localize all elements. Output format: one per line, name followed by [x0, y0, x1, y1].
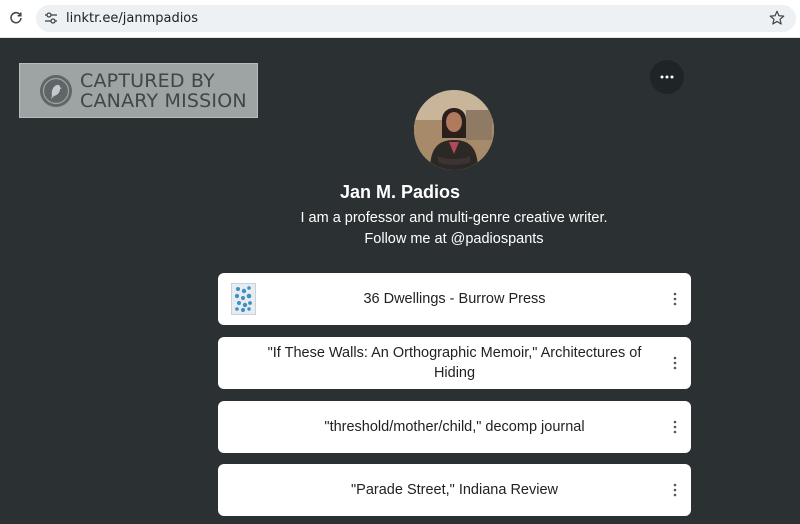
url-text[interactable]: linktr.ee/janmpadios — [66, 11, 198, 26]
more-options-button[interactable] — [650, 60, 684, 94]
linktree-page: CAPTURED BY CANARY MISSION Jan M. Padios… — [0, 38, 800, 524]
kebab-menu-icon[interactable] — [673, 292, 677, 306]
link-label[interactable]: 36 Dwellings - Burrow Press — [363, 289, 545, 309]
link-label[interactable]: "threshold/mother/child," decomp journal — [324, 417, 584, 437]
kebab-menu-icon[interactable] — [673, 356, 677, 370]
browser-toolbar: linktr.ee/janmpadios — [0, 0, 800, 38]
watermark-line-2: CANARY MISSION — [80, 90, 247, 112]
profile-name: Jan M. Padios — [339, 182, 461, 202]
watermark-line-1: CAPTURED BY — [80, 70, 215, 92]
profile-bio: I am a professor and multi-genre creativ… — [300, 210, 608, 247]
link-button[interactable]: 36 Dwellings - Burrow Press — [218, 273, 691, 325]
kebab-menu-icon[interactable] — [673, 483, 677, 497]
kebab-menu-icon[interactable] — [673, 420, 677, 434]
link-button[interactable]: "Parade Street," Indiana Review — [218, 464, 691, 516]
link-button[interactable]: "threshold/mother/child," decomp journal — [218, 401, 691, 453]
link-label[interactable]: "Parade Street," Indiana Review — [351, 480, 558, 500]
site-settings-icon[interactable] — [44, 11, 58, 25]
capture-watermark: CAPTURED BY CANARY MISSION — [19, 63, 258, 118]
avatar — [414, 90, 494, 170]
address-bar[interactable]: linktr.ee/janmpadios — [36, 5, 796, 32]
link-label[interactable]: "If These Walls: An Orthographic Memoir,… — [262, 343, 647, 383]
more-options-icon — [660, 75, 674, 79]
reload-icon[interactable] — [6, 8, 26, 28]
canary-logo-icon — [40, 75, 72, 107]
book-cover-thumbnail — [231, 283, 256, 315]
bookmark-star-icon[interactable] — [768, 9, 786, 27]
link-button[interactable]: "If These Walls: An Orthographic Memoir,… — [218, 337, 691, 389]
